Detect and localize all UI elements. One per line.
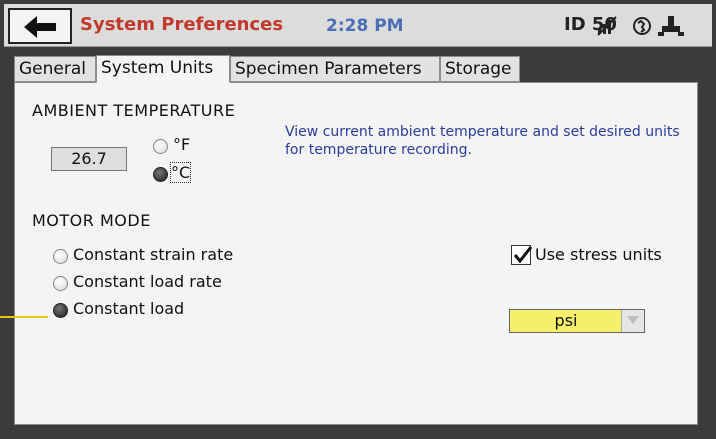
constant-load-rate-radio[interactable] (53, 276, 68, 291)
globe-icon[interactable] (632, 16, 652, 40)
clock-time: 2:28 PM (326, 16, 404, 36)
tab-specimen-parameters[interactable]: Specimen Parameters (230, 56, 440, 82)
fahrenheit-radio[interactable] (153, 139, 168, 154)
page-title: System Preferences (80, 14, 284, 35)
constant-load-radio[interactable] (53, 303, 68, 318)
constant-strain-rate-radio[interactable] (53, 249, 68, 264)
ambient-help-text: View current ambient temperature and set… (285, 124, 680, 158)
stress-unit-dropdown[interactable]: psi (509, 309, 645, 333)
celsius-radio[interactable] (153, 167, 168, 182)
motor-mode-heading: MOTOR MODE (32, 211, 151, 230)
celsius-label[interactable]: °C (169, 162, 192, 183)
chevron-down-icon[interactable] (621, 310, 644, 332)
constant-load-label[interactable]: Constant load (73, 299, 184, 318)
use-stress-units-checkbox[interactable] (511, 245, 533, 265)
arrow-left-icon (24, 16, 56, 38)
constant-load-rate-label[interactable]: Constant load rate (73, 272, 222, 291)
stress-unit-value: psi (554, 311, 578, 330)
network-off-icon[interactable] (596, 16, 620, 40)
tab-storage[interactable]: Storage (440, 56, 520, 82)
usb-icon[interactable] (658, 16, 686, 42)
ambient-temperature-heading: AMBIENT TEMPERATURE (32, 101, 236, 120)
fahrenheit-label[interactable]: °F (173, 135, 190, 154)
back-button[interactable] (8, 8, 72, 44)
system-units-panel: AMBIENT TEMPERATURE 26.7 °F °C View curr… (14, 82, 698, 425)
constant-strain-rate-label[interactable]: Constant strain rate (73, 245, 233, 264)
ambient-temperature-value: 26.7 (51, 147, 127, 171)
use-stress-units-label[interactable]: Use stress units (535, 245, 662, 264)
app-frame: System Preferences 2:28 PM ID 50 General… (0, 0, 716, 439)
callout-line (0, 316, 48, 318)
title-bar: System Preferences 2:28 PM ID 50 (4, 4, 712, 47)
checkmark-icon (513, 246, 533, 264)
tab-system-units[interactable]: System Units (96, 55, 230, 83)
tab-general[interactable]: General (14, 56, 96, 82)
